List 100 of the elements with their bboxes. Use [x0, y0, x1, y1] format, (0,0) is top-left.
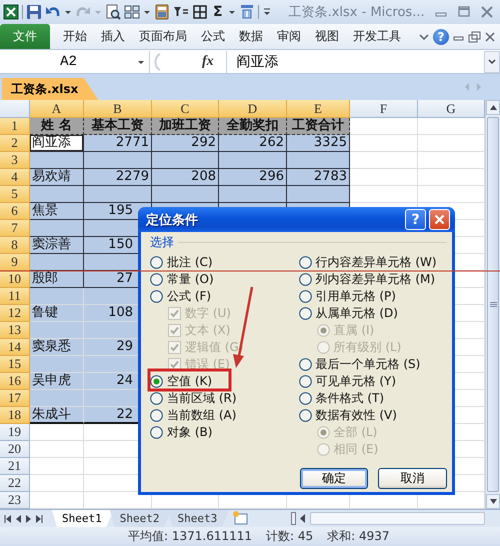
sheet-tab[interactable]: Sheet1 [52, 510, 114, 527]
calculator-icon[interactable] [154, 4, 170, 20]
radio-button[interactable]: 对象 (B) [150, 424, 298, 441]
up-arrow-icon[interactable] [490, 105, 496, 110]
row-header[interactable]: 4 [0, 169, 30, 186]
column-header[interactable]: A [30, 100, 84, 118]
column-header[interactable]: E [287, 100, 350, 118]
radio-icon[interactable] [150, 375, 163, 388]
row-header[interactable]: 7 [0, 220, 30, 237]
ribbon-tab[interactable]: 审阅 [270, 24, 308, 49]
row-header[interactable]: 20 [0, 441, 30, 458]
name-box[interactable]: A2 [0, 50, 150, 72]
borders-icon[interactable] [192, 4, 208, 20]
radio-button[interactable]: 空值 (K) [150, 373, 298, 390]
insert-function-button[interactable]: fx [202, 54, 214, 70]
radio-button[interactable]: 数据有效性 (V) [298, 407, 447, 424]
ribbon-tab[interactable]: 公式 [194, 24, 232, 49]
row-header[interactable]: 19 [0, 424, 30, 441]
radio-icon[interactable] [150, 392, 163, 405]
cancel-button[interactable]: 取消 [378, 468, 447, 489]
row-header[interactable]: 3 [0, 152, 30, 169]
sheet-tab[interactable]: Sheet2 [110, 510, 172, 527]
radio-icon[interactable] [298, 290, 312, 303]
ribbon-tab[interactable]: 页面布局 [132, 24, 194, 49]
radio-button[interactable]: 当前数组 (A) [150, 407, 298, 424]
radio-icon[interactable] [150, 273, 163, 286]
scroll-up-button[interactable] [486, 100, 500, 115]
radio-button[interactable]: 可见单元格 (Y) [298, 373, 447, 390]
row-header[interactable]: 15 [0, 356, 30, 373]
file-tab[interactable]: 文件 [0, 24, 50, 49]
previous-sheet-icon[interactable] [16, 514, 21, 522]
row-header[interactable]: 10 [0, 271, 30, 288]
radio-icon[interactable] [298, 256, 312, 269]
radio-button[interactable]: 当前区域 (R) [150, 390, 298, 407]
first-sheet-icon[interactable] [4, 514, 11, 522]
radio-button[interactable]: 最后一个单元格 (S) [298, 356, 447, 373]
print-preview-icon[interactable] [105, 4, 121, 20]
radio-button[interactable]: 批注 (C) [150, 254, 298, 271]
row-header[interactable]: 16 [0, 373, 30, 390]
column-header[interactable]: D [219, 100, 287, 118]
radio-icon[interactable] [298, 409, 312, 422]
ribbon-tab[interactable]: 插入 [94, 24, 132, 49]
row-header[interactable]: 22 [0, 475, 30, 492]
radio-icon[interactable] [150, 409, 163, 422]
radio-icon[interactable] [298, 273, 312, 286]
row-header[interactable]: 21 [0, 458, 30, 475]
ribbon-tab[interactable]: 开始 [56, 24, 94, 49]
save-icon[interactable] [26, 4, 42, 20]
row-header[interactable]: 2 [0, 135, 30, 152]
ribbon-tab[interactable]: 视图 [308, 24, 346, 49]
down-arrow-icon[interactable] [490, 499, 496, 504]
ribbon-tab[interactable]: 开发工具 [346, 24, 408, 49]
radio-icon[interactable] [150, 426, 163, 439]
next-sheet-icon[interactable] [26, 514, 31, 522]
row-header[interactable]: 8 [0, 237, 30, 254]
sort-icon[interactable] [238, 4, 255, 20]
autosum-button[interactable]: Σ [211, 4, 225, 20]
workbook-tab[interactable]: 工资条.xlsx [2, 78, 98, 100]
page-layout-icon[interactable] [124, 4, 140, 20]
row-header[interactable]: 9 [0, 254, 30, 271]
row-header[interactable]: 23 [0, 492, 30, 509]
vertical-scrollbar[interactable] [485, 100, 500, 509]
restore-icon[interactable] [467, 28, 481, 44]
row-header[interactable]: 11 [0, 288, 30, 305]
radio-icon[interactable] [298, 392, 312, 405]
row-header[interactable]: 14 [0, 339, 30, 356]
grip-icon[interactable] [490, 302, 496, 308]
scroll-down-button[interactable] [486, 494, 500, 509]
radio-icon[interactable] [150, 290, 163, 303]
radio-button[interactable]: 列内容差异单元格 (M) [298, 271, 447, 288]
radio-button[interactable]: 条件格式 (T) [298, 390, 447, 407]
column-header[interactable]: C [152, 100, 219, 118]
column-header[interactable]: F [350, 100, 418, 118]
radio-button[interactable]: 行内容差异单元格 (W) [298, 254, 447, 271]
scroll-thumb[interactable] [487, 117, 499, 492]
radio-icon[interactable] [298, 358, 312, 371]
close-icon[interactable] [434, 214, 445, 225]
radio-button[interactable]: 常量 (O) [150, 271, 298, 288]
row-header[interactable]: 6 [0, 203, 30, 220]
horizontal-scrollbar[interactable] [310, 512, 485, 525]
radio-icon[interactable] [298, 307, 312, 320]
row-header[interactable]: 5 [0, 186, 30, 203]
ok-button[interactable]: 确定 [300, 468, 368, 489]
radio-icon[interactable] [298, 375, 312, 388]
help-button[interactable]: ? [405, 209, 426, 230]
last-sheet-icon[interactable] [36, 514, 43, 522]
row-header[interactable]: 17 [0, 390, 30, 407]
row-header[interactable]: 12 [0, 305, 30, 322]
column-header[interactable]: B [84, 100, 152, 118]
close-button[interactable] [429, 209, 450, 230]
row-header[interactable]: 13 [0, 322, 30, 339]
expand-icon[interactable] [484, 50, 500, 72]
radio-button[interactable]: 从属单元格 (D) [298, 305, 447, 322]
column-header[interactable]: G [418, 100, 485, 118]
row-header[interactable]: 1 [0, 118, 30, 135]
radio-button[interactable]: 公式 (F) [150, 288, 298, 305]
ribbon-tab[interactable]: 数据 [232, 24, 270, 49]
radio-icon[interactable] [150, 256, 163, 269]
row-header[interactable]: 18 [0, 407, 30, 424]
sheet-tab[interactable]: Sheet3 [168, 510, 230, 527]
